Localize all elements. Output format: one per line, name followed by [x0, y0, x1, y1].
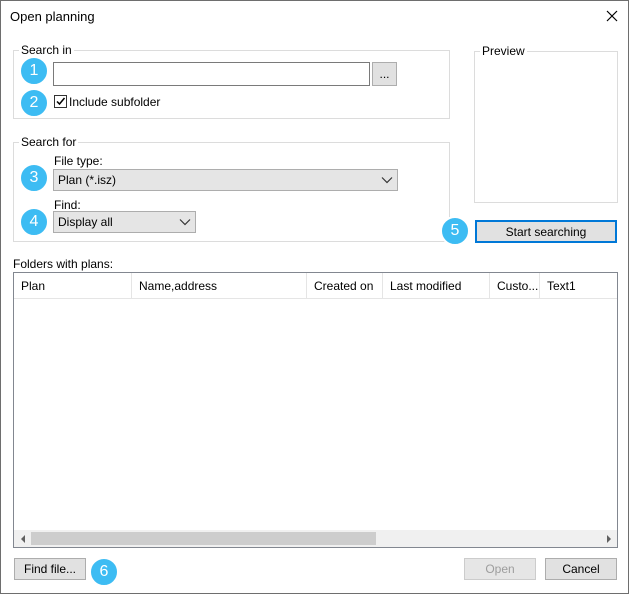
- column-header-last-modified[interactable]: Last modified: [383, 273, 490, 299]
- start-searching-button[interactable]: Start searching: [475, 220, 617, 243]
- cancel-button-label: Cancel: [562, 562, 600, 576]
- search-in-label: Search in: [19, 43, 74, 57]
- preview-group: [474, 51, 618, 203]
- browse-button-label: ...: [379, 67, 390, 81]
- chevron-right-icon: [606, 534, 611, 543]
- close-icon: [606, 10, 618, 22]
- callout-badge-4: 4: [19, 207, 49, 237]
- horizontal-scrollbar[interactable]: [14, 530, 617, 547]
- search-path-input[interactable]: [53, 62, 370, 86]
- file-type-dropdown[interactable]: Plan (*.isz): [53, 169, 398, 191]
- table-header: Plan Name,address Created on Last modifi…: [14, 273, 617, 299]
- window-title: Open planning: [10, 9, 95, 24]
- title-bar: Open planning: [1, 1, 628, 32]
- open-planning-dialog: Open planning Search in ... Include subf…: [0, 0, 629, 594]
- callout-badge-3: 3: [19, 163, 49, 193]
- scroll-right-arrow[interactable]: [600, 530, 617, 547]
- find-file-label: Find file...: [23, 562, 77, 576]
- find-file-button[interactable]: Find file...: [14, 558, 86, 580]
- callout-badge-6: 6: [89, 557, 119, 587]
- preview-label: Preview: [480, 44, 527, 58]
- cancel-button[interactable]: Cancel: [545, 558, 617, 580]
- open-button-label: Open: [485, 562, 515, 576]
- find-value: Display all: [58, 215, 113, 229]
- column-header-plan[interactable]: Plan: [14, 273, 132, 299]
- column-header-text1[interactable]: Text1: [540, 273, 617, 299]
- file-type-value: Plan (*.isz): [58, 173, 117, 187]
- chevron-left-icon: [20, 534, 25, 543]
- chevron-down-icon: [381, 177, 393, 184]
- chevron-down-icon: [179, 219, 191, 226]
- scrollbar-thumb[interactable]: [31, 532, 376, 545]
- find-dropdown[interactable]: Display all: [53, 211, 196, 233]
- column-header-customer[interactable]: Custo...: [490, 273, 540, 299]
- close-button[interactable]: [600, 5, 624, 27]
- start-searching-label: Start searching: [505, 224, 587, 239]
- open-button[interactable]: Open: [464, 558, 536, 580]
- column-header-created-on[interactable]: Created on: [307, 273, 383, 299]
- file-type-label: File type:: [54, 154, 103, 168]
- callout-badge-5: 5: [440, 216, 470, 246]
- plans-table[interactable]: Plan Name,address Created on Last modifi…: [13, 272, 618, 548]
- include-subfolder-label[interactable]: Include subfolder: [69, 95, 160, 109]
- browse-button[interactable]: ...: [372, 62, 397, 86]
- callout-badge-2: 2: [19, 88, 49, 118]
- scroll-left-arrow[interactable]: [14, 530, 31, 547]
- callout-badge-1: 1: [19, 56, 49, 86]
- search-for-label: Search for: [19, 135, 79, 149]
- find-label: Find:: [54, 198, 81, 212]
- column-header-name-address[interactable]: Name,address: [132, 273, 307, 299]
- checkmark-icon: [56, 97, 66, 106]
- folders-with-plans-label: Folders with plans:: [13, 257, 114, 271]
- include-subfolder-checkbox[interactable]: [54, 95, 67, 108]
